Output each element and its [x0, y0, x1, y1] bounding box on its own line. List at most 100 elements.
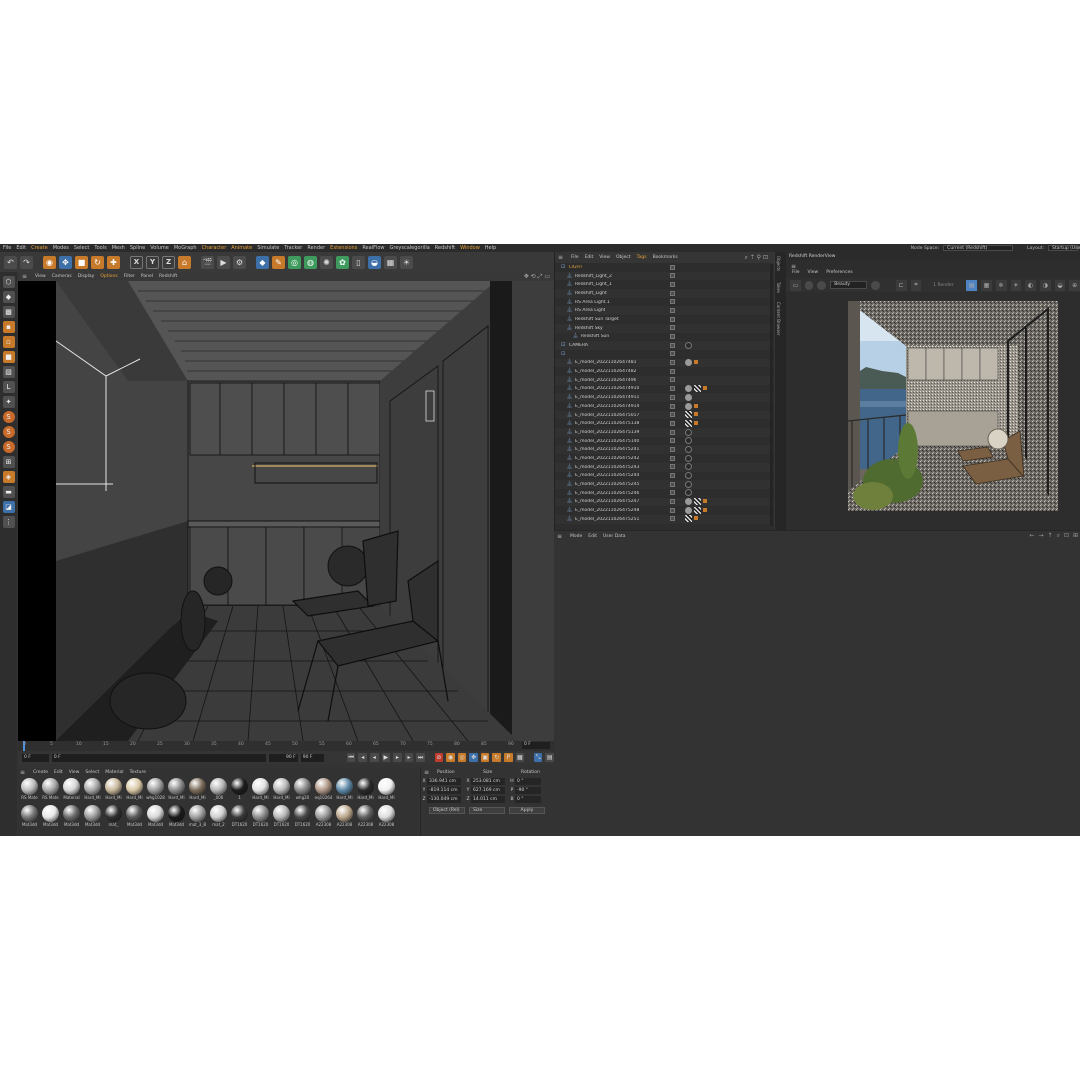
keyframe-selection-icon[interactable]: ◎: [457, 753, 467, 762]
object-row[interactable]: ⏅ E_model_202211026475017: [555, 410, 774, 420]
aov-dropdown[interactable]: Beauty: [830, 281, 868, 289]
viewport-menu-display[interactable]: Display: [78, 274, 95, 279]
object-hamburger-icon[interactable]: ≡: [558, 254, 563, 261]
object-row[interactable]: ⏅ E_model_202211026475247: [555, 497, 774, 507]
floor-icon[interactable]: ▦: [384, 255, 397, 269]
rotate-icon[interactable]: ↻: [91, 255, 104, 269]
light-icon[interactable]: ☀: [400, 255, 413, 269]
mograph-icon[interactable]: ✿: [336, 255, 349, 269]
visibility-toggle[interactable]: [670, 446, 675, 452]
rotation-field[interactable]: 0 °: [515, 796, 541, 803]
x-axis-lock-icon[interactable]: X: [130, 255, 143, 269]
menu-help[interactable]: Help: [485, 245, 496, 251]
phong-tag-icon[interactable]: [703, 499, 707, 504]
obj-menu-file[interactable]: File: [571, 255, 579, 260]
workplane-icon[interactable]: ◪: [2, 501, 15, 513]
obj-menu-object[interactable]: Object: [616, 255, 631, 260]
tag-icon[interactable]: [685, 428, 692, 436]
material-swatch[interactable]: Mat3dd: [82, 804, 103, 831]
cloner-icon[interactable]: ◍: [304, 255, 317, 269]
object-row[interactable]: ⏅ E_model_202211026475246: [555, 489, 774, 498]
planar-workplane-icon[interactable]: ▬: [2, 486, 15, 498]
size-field[interactable]: 627.169 cm: [471, 787, 505, 794]
locked-workplane-icon[interactable]: ◈: [2, 471, 15, 483]
menu-greyscalegorilla[interactable]: Greyscalegorilla: [390, 245, 430, 251]
mat-menu-view[interactable]: View: [69, 770, 80, 775]
object-row[interactable]: ⏅ E_model_20221102647481: [555, 358, 774, 368]
visibility-toggle[interactable]: [670, 325, 675, 331]
texture-tag-icon[interactable]: [685, 419, 692, 427]
visibility-toggle[interactable]: [670, 464, 675, 470]
autokey-icon[interactable]: ◉: [446, 753, 455, 762]
phong-tag-icon[interactable]: [694, 516, 698, 521]
texture-tag-icon[interactable]: [694, 385, 701, 393]
z-axis-lock-icon[interactable]: Z: [162, 255, 175, 269]
position-field[interactable]: 336.941 cm: [427, 778, 461, 785]
menu-select[interactable]: Select: [74, 245, 89, 251]
go-to-end-icon[interactable]: ⏭: [416, 753, 425, 762]
material-swatch[interactable]: Hard_Mi: [250, 777, 271, 804]
lut-icon[interactable]: ◒: [1054, 279, 1066, 291]
visibility-toggle[interactable]: [670, 307, 675, 313]
tweak-mode-icon[interactable]: ✦: [2, 396, 15, 408]
attribute-hamburger-icon[interactable]: ≡: [557, 533, 562, 540]
apply-button[interactable]: Apply: [509, 807, 545, 814]
position-field[interactable]: -819.114 cm: [427, 787, 461, 794]
material-swatch[interactable]: eq10264: [313, 777, 334, 804]
object-row[interactable]: ⊡: [555, 350, 774, 359]
visibility-toggle[interactable]: [670, 490, 675, 496]
snapshot-icon[interactable]: ▭: [790, 279, 801, 291]
visibility-toggle[interactable]: [670, 403, 675, 409]
snap-settings-icon[interactable]: S: [2, 426, 15, 438]
current-frame-field[interactable]: 0 F: [522, 742, 550, 749]
menu-character[interactable]: Character: [202, 245, 227, 251]
material-swatch[interactable]: Hard_Mi: [166, 777, 187, 804]
visibility-toggle[interactable]: [670, 473, 675, 478]
menu-mograph[interactable]: MoGraph: [174, 245, 197, 251]
coord-hamburger-icon[interactable]: ≡: [424, 769, 429, 776]
next-frame-icon[interactable]: ▸: [393, 753, 402, 762]
rv-menu-preferences[interactable]: Preferences: [826, 270, 852, 275]
menu-render[interactable]: Render: [307, 245, 325, 251]
size-field[interactable]: 253.081 cm: [471, 778, 505, 785]
make-editable-icon[interactable]: ⬡: [2, 276, 15, 288]
min-frame-field[interactable]: 0 F: [51, 753, 267, 762]
visibility-toggle[interactable]: [670, 420, 675, 426]
rv-menu-view[interactable]: View: [808, 270, 819, 275]
y-axis-lock-icon[interactable]: Y: [146, 255, 159, 269]
attr-menu-edit[interactable]: Edit: [588, 534, 597, 539]
object-search-icons[interactable]: ⌕ ⇡ ⚲ ⊡: [744, 254, 768, 262]
viewport-menu-panel[interactable]: Panel: [141, 274, 153, 279]
snap-icon[interactable]: S: [2, 411, 15, 423]
material-swatch[interactable]: Mat3dd: [40, 804, 61, 831]
material-tag-icon[interactable]: [685, 393, 692, 401]
material-swatch[interactable]: Hard_Mi: [103, 777, 124, 804]
coordinate-system-icon[interactable]: ⌂: [178, 255, 191, 269]
material-swatch[interactable]: A22308: [313, 804, 334, 831]
material-swatch[interactable]: Mat3dd: [19, 804, 40, 831]
menu-animate[interactable]: Animate: [231, 245, 252, 251]
render-to-picture-viewer-icon[interactable]: ▶: [217, 255, 230, 269]
menu-file[interactable]: File: [3, 245, 11, 251]
attr-menu-mode[interactable]: Mode: [570, 534, 582, 539]
tag-icon[interactable]: [685, 463, 692, 471]
texture-tag-icon[interactable]: [685, 411, 692, 419]
object-row[interactable]: ⏅ E_model_202211026475241: [555, 445, 774, 455]
obj-menu-bookmarks[interactable]: Bookmarks: [653, 255, 678, 260]
render-preview-image[interactable]: [848, 301, 1058, 511]
tag-icon[interactable]: [685, 445, 692, 453]
color-icon[interactable]: ◑: [1039, 279, 1051, 291]
material-swatch[interactable]: _006: [208, 777, 229, 804]
rotation-field[interactable]: 0 °: [515, 778, 541, 785]
object-row[interactable]: ⏅ E_model_202211026475242: [555, 454, 774, 463]
undo-icon[interactable]: ↶: [4, 255, 17, 269]
recent-tools-icon[interactable]: ✚: [107, 255, 120, 269]
mat-menu-texture[interactable]: Texture: [130, 770, 146, 775]
forward-arrow-icon[interactable]: →: [1039, 532, 1044, 540]
previous-key-icon[interactable]: ◂: [358, 753, 368, 762]
rv-menu-file[interactable]: File: [792, 270, 800, 275]
material-swatch[interactable]: Mat3dd: [61, 804, 82, 831]
material-swatch[interactable]: DT1620: [271, 804, 292, 831]
object-row[interactable]: ⏅ E_model_20221102647496: [555, 375, 774, 385]
visibility-toggle[interactable]: [670, 281, 675, 287]
